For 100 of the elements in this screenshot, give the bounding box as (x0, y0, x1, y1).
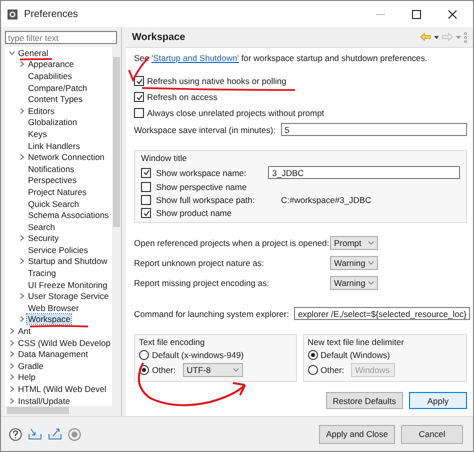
import-icon[interactable] (28, 428, 42, 440)
expand-chevron-icon[interactable] (19, 293, 25, 300)
tree-item[interactable]: Keys (27, 128, 48, 139)
radio-label: Default (Windows) (320, 350, 390, 360)
tree-item[interactable]: Capabilities (27, 70, 73, 81)
expand-chevron-icon[interactable] (19, 154, 25, 160)
tree-item[interactable]: Workspace (27, 314, 72, 324)
tree-item[interactable]: Perspectives (27, 175, 78, 186)
tree-item[interactable]: Link Handlers (27, 140, 81, 151)
expand-chevron-icon[interactable] (9, 374, 15, 380)
checkbox[interactable] (134, 76, 144, 86)
startup-link[interactable]: 'Startup and Shutdown' (152, 53, 239, 63)
dropdown[interactable]: UTF-8 (182, 363, 243, 377)
expand-chevron-icon[interactable] (19, 258, 25, 264)
tree-item[interactable]: Content Types (27, 94, 84, 104)
filter-field[interactable]: type filter text (5, 31, 117, 44)
tree-item[interactable]: Service Policies (27, 244, 89, 255)
dropdown[interactable]: Warning (330, 256, 378, 270)
annotation-underline (20, 58, 52, 60)
tree-item[interactable]: HTML (Wild Web Devel (17, 384, 108, 394)
dropdown[interactable]: Warning (330, 276, 378, 290)
tree-item[interactable]: Help (17, 372, 36, 382)
tree-item[interactable]: User Storage Service (27, 291, 110, 302)
tree-item[interactable]: Network Connection (27, 152, 106, 162)
checkbox-label: Refresh using native hooks or polling (147, 76, 286, 86)
tree-item[interactable]: Tracing (27, 268, 58, 278)
checkbox[interactable] (134, 108, 144, 118)
expand-chevron-icon[interactable] (19, 316, 25, 322)
radio-button[interactable] (308, 350, 318, 360)
tree-item[interactable]: Gradle (17, 360, 45, 371)
checkbox[interactable] (141, 182, 151, 192)
radio-label: Other: (320, 365, 344, 375)
tree-item[interactable]: Search (27, 222, 56, 232)
workspace-path: C:#workspace#3_JDBC (281, 195, 372, 205)
save-interval-field[interactable]: 5 (280, 123, 467, 136)
horizontal-scrollbar[interactable] (5, 406, 121, 415)
field-label: Workspace save interval (in minutes): (134, 124, 276, 134)
restore-defaults-button[interactable]: Restore Defaults (326, 392, 403, 409)
annotation-underline (30, 325, 88, 328)
apply-and-close-button[interactable]: Apply and Close (319, 424, 395, 444)
checkbox-label: Show workspace name: (156, 168, 248, 178)
tree-item[interactable]: Quick Search (27, 198, 80, 209)
tree-item[interactable]: Globalization (27, 117, 78, 128)
expand-chevron-icon[interactable] (9, 340, 15, 346)
expand-chevron-icon[interactable] (19, 108, 25, 114)
tree-item[interactable]: Project Natures (27, 186, 88, 197)
cancel-button[interactable]: Cancel (401, 424, 463, 444)
maximize-icon[interactable] (412, 10, 420, 18)
dropdown[interactable]: Prompt (330, 236, 378, 250)
tree-item[interactable]: Security (27, 233, 60, 244)
radio-label: Other: (152, 365, 176, 375)
expand-chevron-icon[interactable] (9, 362, 15, 369)
tree-item[interactable]: Install/Update (17, 396, 71, 406)
apply-button[interactable]: Apply (409, 392, 467, 409)
field-label: Command for launching system explorer: (134, 308, 289, 318)
workspace-name-field[interactable]: 3_JDBC (268, 166, 460, 179)
tree-item[interactable]: Ant (17, 326, 32, 336)
expand-chevron-icon[interactable] (9, 328, 15, 334)
radio-button[interactable] (139, 350, 149, 360)
radio-label: Default (x-windows-949) (152, 350, 244, 360)
tree-item[interactable]: UI Freeze Monitoring (27, 280, 108, 290)
expand-chevron-icon[interactable] (9, 398, 15, 404)
checkbox-label: Refresh on access (147, 92, 218, 102)
record-icon[interactable] (68, 428, 81, 440)
group-title: Window title (141, 153, 188, 163)
collapse-chevron-icon[interactable] (9, 50, 15, 56)
expand-chevron-icon[interactable] (19, 61, 25, 68)
expand-chevron-icon[interactable] (9, 351, 15, 358)
tree-item[interactable]: Notifications (27, 164, 76, 174)
export-icon[interactable] (48, 428, 62, 440)
checkbox[interactable] (134, 92, 144, 102)
field-label: Report unknown project nature as: (134, 258, 265, 268)
vertical-scrollbar[interactable] (112, 47, 121, 406)
checkbox-label: Show perspective name (156, 182, 247, 192)
tree-item[interactable]: Web Browser (27, 302, 80, 313)
radio-button[interactable] (308, 365, 318, 375)
more-menu-icon[interactable] (464, 32, 467, 42)
tree-item[interactable]: Schema Associations (27, 210, 110, 220)
tree-item[interactable]: CSS (Wild Web Develop (17, 338, 112, 348)
dropdown-caret-icon[interactable] (434, 36, 439, 38)
tree-item[interactable]: Editors (27, 106, 56, 116)
field-label: Report missing project encoding as: (134, 278, 270, 288)
checkbox-label: Show product name (156, 208, 232, 218)
field-label: Open referenced projects when a project is opened: (134, 238, 330, 248)
checkbox-label: Show full workspace path: (156, 195, 256, 205)
checkbox[interactable] (141, 195, 151, 205)
command-field[interactable]: explorer /E,/select=${selected_resource_loc} (294, 307, 470, 320)
tree-item[interactable]: Appearance (27, 59, 75, 70)
checkbox[interactable] (141, 208, 151, 218)
tree-item[interactable]: General (17, 48, 50, 58)
close-icon[interactable] (448, 10, 456, 18)
help-icon[interactable] (9, 428, 22, 440)
tree-item[interactable]: Startup and Shutdow (27, 256, 108, 266)
expand-chevron-icon[interactable] (19, 235, 25, 242)
expand-chevron-icon[interactable] (9, 386, 15, 392)
app-icon (7, 8, 18, 20)
checkbox[interactable] (141, 168, 151, 178)
window-title: Preferences (24, 8, 79, 20)
tree-item[interactable]: Compare/Patch (27, 82, 88, 93)
tree-item[interactable]: Data Management (17, 349, 89, 360)
